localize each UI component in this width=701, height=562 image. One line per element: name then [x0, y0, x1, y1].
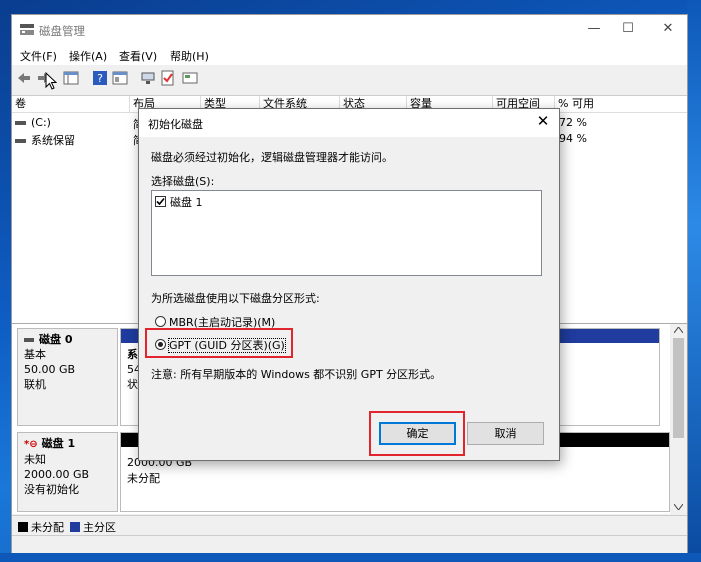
volume-name: (C:) — [31, 116, 51, 129]
disk-size: 50.00 GB — [24, 363, 76, 376]
primary-swatch — [70, 522, 80, 532]
disk-checkbox[interactable] — [155, 196, 166, 207]
disk-status: 没有初始化 — [24, 483, 79, 496]
volume-row[interactable]: 系统保留 — [15, 132, 75, 148]
disk-size: 2000.00 GB — [24, 468, 90, 481]
disk-icon — [24, 338, 34, 342]
partition-style-label: 为所选磁盘使用以下磁盘分区形式: — [151, 292, 320, 305]
list-view-icon[interactable] — [63, 70, 79, 86]
mbr-radio[interactable] — [155, 316, 166, 327]
scroll-down-icon[interactable] — [674, 504, 683, 510]
column-volume[interactable]: 卷 — [12, 96, 130, 113]
menu-action[interactable]: 操作(A) — [69, 48, 107, 64]
disk-name: 磁盘 1 — [41, 437, 76, 450]
scrollbar-thumb[interactable] — [673, 338, 684, 438]
menu-file[interactable]: 文件(F) — [20, 48, 57, 64]
close-button[interactable]: ✕ — [658, 21, 678, 39]
disk-type: 基本 — [24, 348, 46, 361]
dialog-intro: 磁盘必须经过初始化，逻辑磁盘管理器才能访问。 — [151, 151, 393, 164]
mouse-cursor-icon — [45, 72, 57, 90]
status-bar — [12, 535, 687, 553]
disk-management-icon — [20, 24, 34, 35]
legend-unallocated-label: 未分配 — [31, 521, 64, 534]
column-percent-free[interactable]: % 可用 — [555, 96, 687, 113]
volume-name: 系统保留 — [31, 134, 75, 147]
dialog-close-button[interactable]: ✕ — [533, 112, 553, 132]
volume-row[interactable]: (C:) — [15, 116, 51, 132]
maximize-button[interactable]: ☐ — [618, 21, 638, 39]
title-bar: 磁盘管理 — ☐ ✕ — [12, 15, 687, 45]
minimize-button[interactable]: — — [584, 21, 604, 39]
disk-type: 未知 — [24, 453, 46, 466]
volume-icon — [15, 121, 26, 125]
menu-view[interactable]: 查看(V) — [119, 48, 157, 64]
menu-bar: 文件(F) 操作(A) 查看(V) 帮助(H) — [12, 45, 687, 65]
disk-warning-icon: *⊖ — [24, 439, 38, 450]
menu-help[interactable]: 帮助(H) — [170, 48, 209, 64]
unallocated-swatch — [18, 522, 28, 532]
disk-item-label: 磁盘 1 — [170, 196, 203, 209]
cancel-button[interactable]: 取消 — [467, 422, 544, 445]
gpt-note: 注意: 所有早期版本的 Windows 都不识别 GPT 分区形式。 — [151, 368, 442, 381]
select-disk-label: 选择磁盘(S): — [151, 175, 215, 188]
check-icon[interactable] — [160, 70, 176, 86]
ok-highlight-box — [369, 411, 465, 456]
disk-status: 联机 — [24, 378, 46, 391]
check-mark-icon — [156, 197, 165, 206]
gpt-highlight-box — [145, 328, 293, 358]
help-icon[interactable]: ? — [92, 70, 108, 86]
disk-1-info[interactable]: *⊖ 磁盘 1 未知 2000.00 GB 没有初始化 — [17, 432, 118, 512]
volume-icon — [15, 139, 26, 143]
legend: 未分配 主分区 — [12, 515, 687, 535]
desktop-background — [687, 0, 701, 562]
disk-list-item[interactable]: 磁盘 1 — [155, 194, 203, 210]
dialog-title: 初始化磁盘 — [148, 118, 203, 131]
volume-percent-free: 72 % — [559, 116, 587, 129]
back-arrow-icon[interactable] — [16, 70, 32, 86]
properties-icon[interactable] — [112, 70, 128, 86]
desktop-background-bottom — [0, 553, 701, 562]
connect-icon[interactable] — [140, 70, 156, 86]
partition-status: 未分配 — [127, 472, 160, 485]
disk-0-info[interactable]: 磁盘 0 基本 50.00 GB 联机 — [17, 328, 118, 426]
legend-primary-label: 主分区 — [83, 521, 116, 534]
toolbar: ? — [12, 67, 687, 91]
disk-select-list[interactable]: 磁盘 1 — [151, 190, 542, 276]
legend-primary: 主分区 — [70, 519, 116, 535]
disk-name: 磁盘 0 — [39, 333, 73, 346]
initialize-disk-dialog: 初始化磁盘 ✕ 磁盘必须经过初始化，逻辑磁盘管理器才能访问。 选择磁盘(S): … — [138, 108, 560, 461]
disk-pane-scrollbar[interactable] — [670, 324, 687, 515]
window-title: 磁盘管理 — [39, 24, 85, 38]
dialog-title-bar: 初始化磁盘 ✕ — [139, 109, 559, 137]
legend-unallocated: 未分配 — [18, 519, 64, 535]
svg-text:?: ? — [97, 72, 103, 85]
volume-percent-free: 94 % — [559, 132, 587, 145]
scroll-up-icon[interactable] — [674, 327, 683, 333]
settings-icon[interactable] — [182, 70, 198, 86]
